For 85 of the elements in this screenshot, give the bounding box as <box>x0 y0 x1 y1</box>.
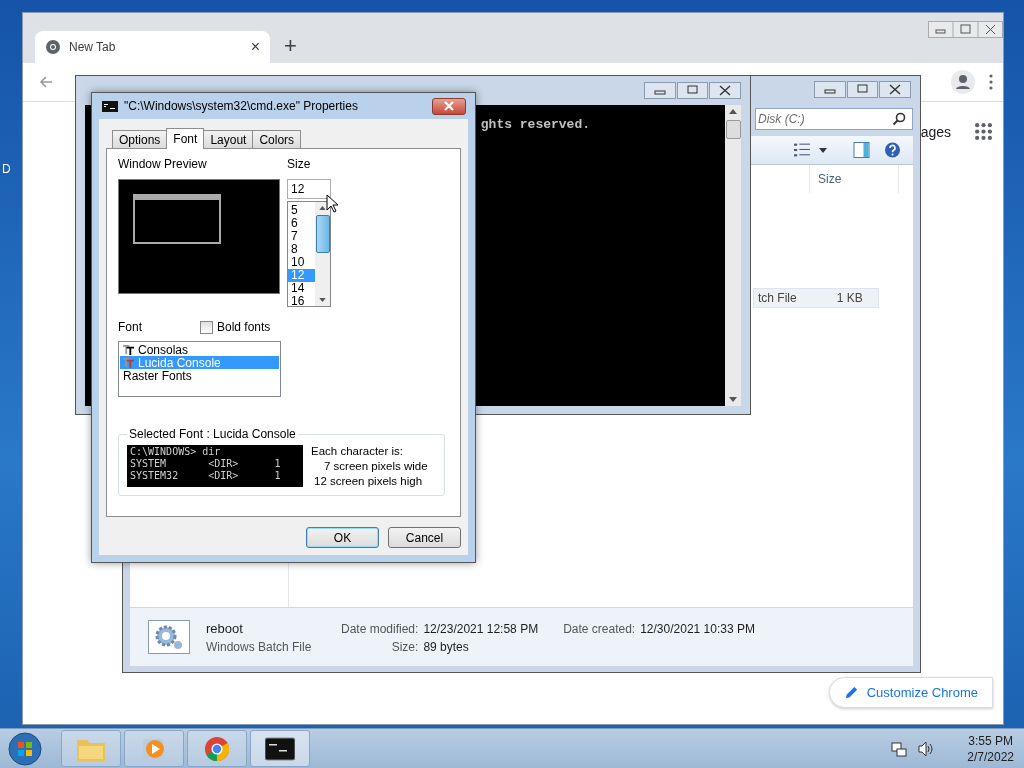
close-button[interactable] <box>432 97 466 115</box>
truetype-icon <box>122 357 135 368</box>
date-modified: 12/23/2021 12:58 PM <box>423 621 539 636</box>
clock-time: 3:55 PM <box>968 733 1013 748</box>
customize-chrome-button[interactable]: Customize Chrome <box>828 677 993 708</box>
window-controls-icon[interactable] <box>644 82 741 99</box>
size-option[interactable]: 5 <box>288 204 315 217</box>
bold-fonts-checkbox[interactable] <box>200 320 213 334</box>
help-icon[interactable] <box>884 142 901 158</box>
clock-date: 2/7/2022 <box>967 749 1014 764</box>
scrollbar[interactable] <box>315 202 330 306</box>
checkbox-label: Bold fonts <box>217 320 271 334</box>
dialog-title: "C:\Windows\system32\cmd.exe" Properties <box>124 99 358 113</box>
console-icon <box>265 735 295 762</box>
chrome-logo-icon <box>202 735 232 762</box>
pencil-icon <box>843 685 859 700</box>
size-option[interactable]: 7 <box>288 230 315 243</box>
size-option[interactable]: 14 <box>288 282 315 295</box>
scroll-down-icon[interactable] <box>729 397 737 402</box>
apps-grid-icon[interactable] <box>975 123 992 140</box>
chrome-logo-icon <box>45 39 61 55</box>
font-option[interactable]: Consolas <box>120 343 279 356</box>
tab[interactable]: Font <box>166 128 205 149</box>
size-field[interactable]: 12 <box>287 179 331 199</box>
file-type: tch File <box>758 291 797 305</box>
file-type: Windows Batch File <box>206 639 313 654</box>
character-size-text: Each character is: <box>311 445 405 457</box>
tab-title: New Tab <box>69 40 117 54</box>
gear-file-icon <box>148 620 190 654</box>
preview-label: Window Preview <box>118 157 208 171</box>
scroll-thumb[interactable] <box>725 120 741 139</box>
size-option[interactable]: 16 <box>288 295 315 308</box>
field-label: Date modified: <box>341 621 419 636</box>
close-tab-button[interactable]: × <box>250 38 260 56</box>
column-header[interactable]: Size <box>809 165 899 193</box>
scrollbar[interactable] <box>725 105 741 406</box>
images-link[interactable]: ages <box>920 123 951 140</box>
dropdown-arrow-icon[interactable] <box>819 147 827 153</box>
scroll-up-icon[interactable] <box>319 206 326 210</box>
mouse-pointer-icon <box>326 194 338 213</box>
new-tab-button[interactable]: + <box>284 33 297 59</box>
date-created: 12/30/2021 10:33 PM <box>640 621 755 636</box>
view-list-icon[interactable] <box>794 142 811 158</box>
menu-icon[interactable] <box>989 74 993 90</box>
taskbar-button[interactable] <box>250 730 310 767</box>
group-title: Selected Font : Lucida Console <box>128 427 297 441</box>
window-controls-icon[interactable] <box>814 80 911 98</box>
clock[interactable]: 3:55 PM 2/7/2022 <box>967 733 1014 764</box>
size-option[interactable]: 8 <box>288 243 315 256</box>
size-option[interactable]: 6 <box>288 217 315 230</box>
ok-button[interactable]: OK <box>306 527 379 548</box>
browser-tab[interactable]: New Tab × <box>35 31 270 63</box>
character-size-text: 12 screen pixels high <box>313 475 424 487</box>
close-icon <box>444 101 454 111</box>
tab[interactable]: Layout <box>203 130 254 148</box>
scroll-up-icon[interactable] <box>729 109 737 114</box>
size-label: Size <box>287 157 312 171</box>
file-size: 89 bytes <box>423 639 470 654</box>
start-button[interactable] <box>8 731 42 766</box>
file-name: reboot <box>206 620 244 636</box>
font-label: Font <box>118 320 143 334</box>
back-icon[interactable] <box>38 74 54 90</box>
network-icon[interactable] <box>891 740 908 757</box>
cancel-button[interactable]: Cancel <box>388 527 461 548</box>
character-size-text: 7 screen pixels wide <box>323 460 428 472</box>
truetype-icon <box>122 344 135 355</box>
scroll-down-icon[interactable] <box>319 298 326 302</box>
tab[interactable]: Colors <box>252 130 302 148</box>
search-field[interactable]: Disk (C:) <box>755 108 913 130</box>
font-sample: C:\WINDOWS> dir SYSTEM <DIR> 1 SYSTEM32 <DIR> 1 <box>127 445 303 487</box>
field-label: Date created: <box>563 621 636 636</box>
scroll-thumb[interactable] <box>315 215 330 253</box>
search-icon <box>892 112 906 126</box>
preview-pane-icon[interactable] <box>853 142 870 158</box>
console-text: ghts reserved. <box>480 116 590 134</box>
font-option[interactable]: Raster Fonts <box>120 369 279 382</box>
desktop-icon-label: D <box>2 162 11 176</box>
file-row[interactable]: tch File 1 KB <box>753 288 879 308</box>
volume-icon[interactable] <box>918 740 935 757</box>
tab[interactable]: Options <box>112 130 168 148</box>
file-size: 1 KB <box>836 291 863 305</box>
size-option[interactable]: 10 <box>288 256 315 269</box>
console-icon <box>102 100 118 112</box>
field-label: Size: <box>390 639 419 654</box>
profile-icon[interactable] <box>951 70 975 94</box>
